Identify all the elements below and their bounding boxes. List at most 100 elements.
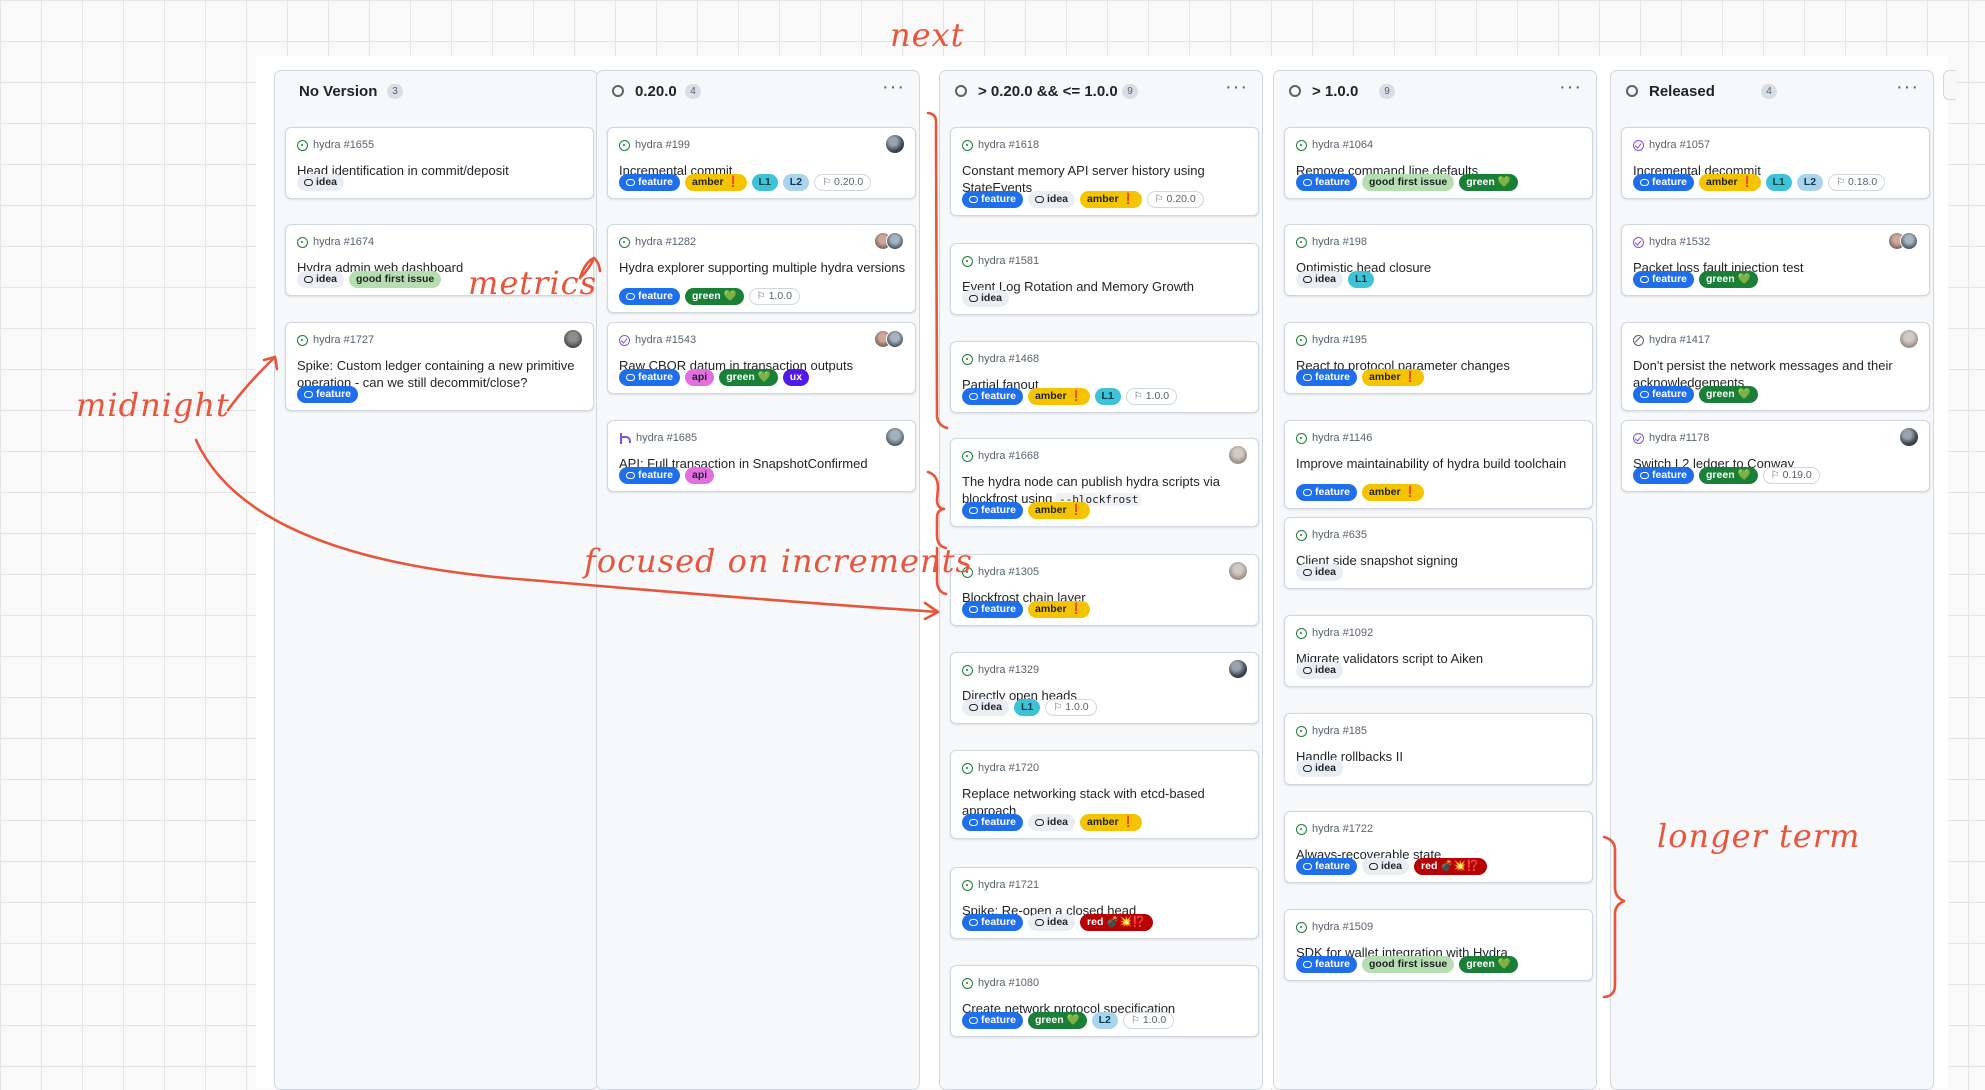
label-feature[interactable]: feature bbox=[619, 369, 681, 386]
issue-card[interactable]: hydra #1668 The hydra node can publish hy… bbox=[950, 438, 1259, 527]
label-amber[interactable]: amber ❗ bbox=[1028, 388, 1090, 405]
label-amber[interactable]: amber ❗ bbox=[1362, 484, 1424, 501]
label-idea[interactable]: idea bbox=[1028, 191, 1076, 208]
issue-card[interactable]: hydra #1543 Raw CBOR datum in transaction… bbox=[607, 322, 916, 394]
issue-card[interactable]: hydra #1509 SDK for wallet integration wi… bbox=[1284, 909, 1593, 981]
column-menu-icon[interactable]: ··· bbox=[882, 76, 905, 99]
issue-number[interactable]: hydra #1092 bbox=[1312, 627, 1373, 639]
label-amber[interactable]: amber ❗ bbox=[685, 174, 747, 191]
issue-number[interactable]: hydra #1282 bbox=[635, 236, 696, 248]
label-green[interactable]: green 💚 bbox=[1699, 271, 1758, 288]
issue-number[interactable]: hydra #1532 bbox=[1649, 236, 1710, 248]
issue-number[interactable]: hydra #1668 bbox=[978, 450, 1039, 462]
assignee-avatars[interactable] bbox=[874, 330, 904, 348]
label-idea[interactable]: idea bbox=[962, 290, 1010, 307]
label-amber[interactable]: amber ❗ bbox=[1699, 174, 1761, 191]
label-green[interactable]: green 💚 bbox=[1699, 386, 1758, 403]
issue-number[interactable]: hydra #1468 bbox=[978, 353, 1039, 365]
label-feature[interactable]: feature bbox=[1633, 386, 1695, 403]
column-menu-icon[interactable]: ··· bbox=[1896, 76, 1919, 99]
issue-number[interactable]: hydra #1064 bbox=[1312, 139, 1373, 151]
assignee-avatar[interactable] bbox=[1229, 446, 1247, 464]
issue-card[interactable]: hydra #1532 Packet loss fault injection t… bbox=[1621, 224, 1930, 296]
label-L2[interactable]: L2 bbox=[1091, 1012, 1118, 1029]
label-api[interactable]: api bbox=[685, 369, 715, 386]
issue-card[interactable]: hydra #1092 Migrate validators script to … bbox=[1284, 615, 1593, 687]
label-L1[interactable]: L1 bbox=[1014, 699, 1041, 716]
issue-number[interactable]: hydra #1509 bbox=[1312, 921, 1373, 933]
issue-number[interactable]: hydra #1305 bbox=[978, 566, 1039, 578]
issue-card[interactable]: hydra #1057 Incremental decommit feature am… bbox=[1621, 127, 1930, 199]
label-L1[interactable]: L1 bbox=[1765, 174, 1792, 191]
label-idea[interactable]: idea bbox=[1296, 662, 1344, 679]
label-feature[interactable]: feature bbox=[1296, 858, 1358, 875]
issue-card[interactable]: hydra #1727 Spike: Custom ledger containi… bbox=[285, 322, 594, 411]
label-feature[interactable]: feature bbox=[962, 1012, 1024, 1029]
label-feature[interactable]: feature bbox=[1633, 271, 1695, 288]
label-L2[interactable]: L2 bbox=[1796, 174, 1824, 191]
issue-card[interactable]: hydra #198 Optimistic head closure idea L1 bbox=[1284, 224, 1593, 296]
label-feature[interactable]: feature bbox=[1296, 484, 1358, 501]
assignee-avatar[interactable] bbox=[1229, 660, 1247, 678]
label-L1[interactable]: L1 bbox=[1094, 388, 1121, 405]
label-idea[interactable]: idea bbox=[962, 699, 1010, 716]
issue-number[interactable]: hydra #1722 bbox=[1312, 823, 1373, 835]
issue-number[interactable]: hydra #1727 bbox=[313, 334, 374, 346]
label-L1[interactable]: L1 bbox=[1348, 271, 1375, 288]
assignee-avatar[interactable] bbox=[1229, 562, 1247, 580]
issue-card[interactable]: hydra #635 Client side snapshot signing id… bbox=[1284, 517, 1593, 589]
milestone-label[interactable]: ⚐ 0.20.0 bbox=[814, 174, 872, 191]
issue-number[interactable]: hydra #1146 bbox=[1312, 432, 1372, 444]
issue-card[interactable]: hydra #1722 Always-recoverable state featu… bbox=[1284, 811, 1593, 883]
milestone-label[interactable]: ⚐ 1.0.0 bbox=[1125, 388, 1178, 405]
label-idea[interactable]: idea bbox=[1028, 914, 1076, 931]
issue-card[interactable]: hydra #185 Handle rollbacks II idea bbox=[1284, 713, 1593, 785]
issue-card[interactable]: hydra #1178 Switch L2 ledger to Conway fea… bbox=[1621, 420, 1930, 492]
label-feature[interactable]: feature bbox=[962, 601, 1024, 618]
assignee-avatars[interactable] bbox=[1888, 232, 1918, 250]
milestone-label[interactable]: ⚐ 0.20.0 bbox=[1146, 191, 1204, 208]
issue-number[interactable]: hydra #1329 bbox=[978, 664, 1039, 676]
assignee-avatar[interactable] bbox=[1900, 428, 1918, 446]
label-feature[interactable]: feature bbox=[297, 386, 359, 403]
issue-card[interactable]: hydra #1721 Spike: Re-open a closed head f… bbox=[950, 867, 1259, 939]
assignee-avatar[interactable] bbox=[886, 135, 904, 153]
issue-title[interactable]: Improve maintainability of hydra build t… bbox=[1296, 455, 1586, 472]
issue-title-text[interactable]: Improve maintainability of hydra build t… bbox=[1296, 456, 1566, 471]
label-red[interactable]: red 💣💥⁉️ bbox=[1414, 858, 1487, 875]
issue-card[interactable]: hydra #1720 Replace networking stack with… bbox=[950, 750, 1259, 839]
issue-number[interactable]: hydra #1080 bbox=[978, 977, 1039, 989]
issue-number[interactable]: hydra #1543 bbox=[635, 334, 696, 346]
issue-title-text[interactable]: Hydra explorer supporting multiple hydra… bbox=[619, 260, 905, 275]
label-amber[interactable]: amber ❗ bbox=[1362, 369, 1424, 386]
assignee-avatar[interactable] bbox=[886, 428, 904, 446]
label-good-first-issue[interactable]: good first issue bbox=[349, 271, 442, 288]
issue-number[interactable]: hydra #185 bbox=[1312, 725, 1367, 737]
label-idea[interactable]: idea bbox=[1028, 814, 1076, 831]
label-good-first-issue[interactable]: good first issue bbox=[1362, 956, 1455, 973]
label-feature[interactable]: feature bbox=[1633, 467, 1695, 484]
label-feature[interactable]: feature bbox=[962, 388, 1024, 405]
issue-title[interactable]: Hydra explorer supporting multiple hydra… bbox=[619, 259, 909, 276]
issue-card[interactable]: hydra #1685 API: Full transaction in Snap… bbox=[607, 420, 916, 492]
label-feature[interactable]: feature bbox=[962, 502, 1024, 519]
label-idea[interactable]: idea bbox=[297, 174, 345, 191]
label-green[interactable]: green 💚 bbox=[1028, 1012, 1087, 1029]
label-green[interactable]: green 💚 bbox=[1699, 467, 1758, 484]
label-feature[interactable]: feature bbox=[1633, 174, 1695, 191]
label-amber[interactable]: amber ❗ bbox=[1080, 814, 1142, 831]
label-idea[interactable]: idea bbox=[1296, 564, 1344, 581]
label-feature[interactable]: feature bbox=[619, 467, 681, 484]
assignee-avatars[interactable] bbox=[874, 232, 904, 250]
issue-card[interactable]: hydra #195 React to protocol parameter ch… bbox=[1284, 322, 1593, 394]
label-api[interactable]: api bbox=[685, 467, 715, 484]
label-idea[interactable]: idea bbox=[1296, 760, 1344, 777]
label-green[interactable]: green 💚 bbox=[685, 288, 744, 305]
label-feature[interactable]: feature bbox=[1296, 369, 1358, 386]
issue-number[interactable]: hydra #1720 bbox=[978, 762, 1039, 774]
assignee-avatar[interactable] bbox=[564, 330, 582, 348]
label-feature[interactable]: feature bbox=[1296, 174, 1358, 191]
issue-number[interactable]: hydra #1685 bbox=[636, 432, 697, 444]
issue-number[interactable]: hydra #1178 bbox=[1649, 432, 1709, 444]
label-amber[interactable]: amber ❗ bbox=[1028, 502, 1090, 519]
